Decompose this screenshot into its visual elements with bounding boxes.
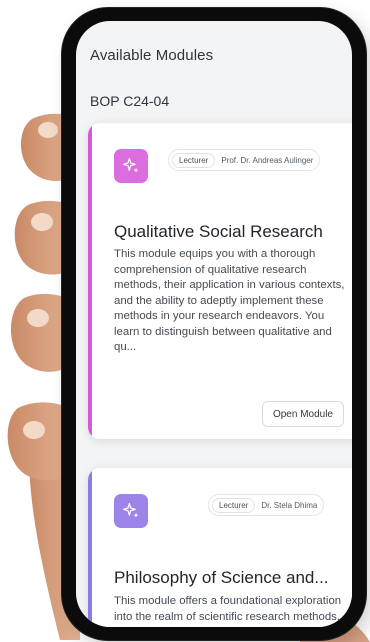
lecturer-name: Dr. Stela Dhima — [261, 500, 318, 510]
phone-frame: Available Modules BOP C24-04 Lecturer Pr… — [62, 8, 366, 640]
module-card[interactable]: Lecturer Dr. Stela Dhima Philosophy of S… — [88, 468, 352, 627]
open-module-button[interactable]: Open Module — [261, 401, 344, 427]
lecturer-name: Prof. Dr. Andreas Aulinger — [221, 155, 314, 165]
card-accent-bar — [88, 123, 92, 439]
module-description: This module equips you with a thorough c… — [114, 248, 345, 353]
lecturer-badge: Lecturer Prof. Dr. Andreas Aulinger — [168, 149, 321, 171]
module-title: Qualitative Social Research — [114, 222, 323, 241]
sparkle-icon — [114, 494, 148, 528]
stage: Available Modules BOP C24-04 Lecturer Pr… — [0, 0, 370, 642]
module-description: This module offers a foundational explor… — [114, 595, 342, 627]
lecturer-tag: Lecturer — [212, 497, 256, 513]
page-title: Available Modules — [90, 47, 214, 64]
sparkle-icon — [114, 149, 148, 183]
lecturer-badge: Lecturer Dr. Stela Dhima — [208, 494, 325, 516]
lecturer-tag: Lecturer — [172, 152, 216, 168]
module-card[interactable]: Lecturer Prof. Dr. Andreas Aulinger Qual… — [88, 123, 352, 439]
module-title: Philosophy of Science and... — [114, 568, 329, 587]
group-code: BOP C24-04 — [90, 93, 170, 109]
card-accent-bar — [88, 468, 92, 627]
phone-screen: Available Modules BOP C24-04 Lecturer Pr… — [76, 21, 352, 627]
